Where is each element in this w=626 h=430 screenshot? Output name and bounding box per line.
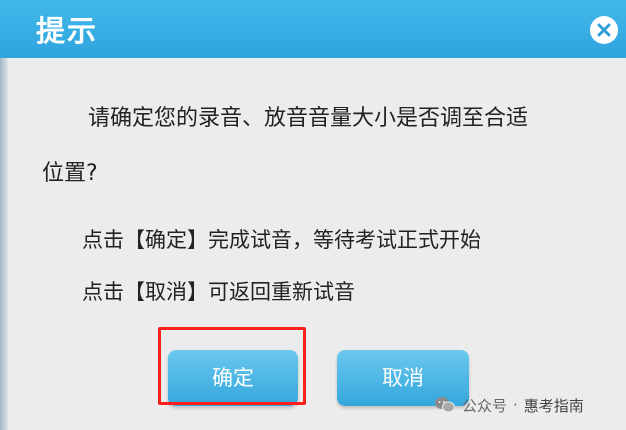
- watermark: 公众号 · 惠考指南: [434, 391, 584, 419]
- prompt-dialog: 提示 请确定您的录音、放音音量大小是否调至合适 位置? 点击【确定】完成试音，等…: [0, 0, 626, 430]
- watermark-separator: ·: [513, 396, 518, 414]
- window-edge: [0, 58, 8, 430]
- dialog-titlebar: 提示: [0, 0, 626, 58]
- dialog-title: 提示: [36, 14, 99, 48]
- close-icon: [597, 23, 611, 37]
- dialog-message-line1: 请确定您的录音、放音音量大小是否调至合适: [88, 106, 529, 131]
- confirm-highlight-box: [158, 327, 306, 405]
- close-button[interactable]: [590, 16, 618, 44]
- cancel-instruction: 点击【取消】可返回重新试音: [82, 280, 355, 304]
- dialog-message-line2: 位置?: [42, 161, 98, 186]
- confirm-instruction: 点击【确定】完成试音，等待考试正式开始: [82, 228, 481, 252]
- watermark-platform: 公众号: [462, 396, 508, 415]
- watermark-account: 惠考指南: [523, 396, 584, 415]
- wechat-icon: [435, 397, 455, 413]
